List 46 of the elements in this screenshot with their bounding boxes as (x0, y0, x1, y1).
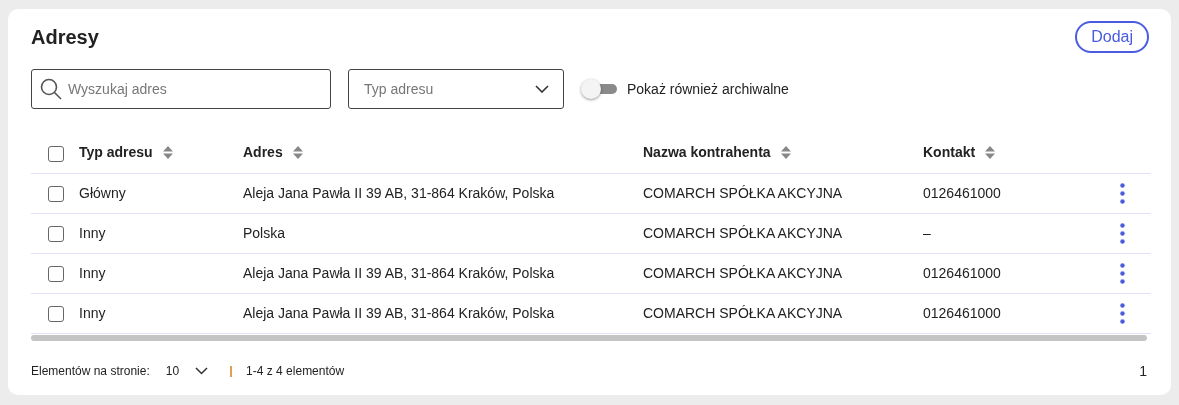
add-button[interactable]: Dodaj (1075, 21, 1149, 53)
table-cell: Aleja Jana Pawła II 39 AB, 31-864 Kraków, Polska (243, 184, 555, 201)
table-cell: 0126461000 (923, 304, 1001, 321)
table-cell: COMARCH SPÓŁKA AKCYJNA (643, 304, 843, 321)
sort-icon[interactable] (985, 146, 996, 160)
scrollbar[interactable] (31, 334, 1147, 341)
page-title: Adresy (31, 25, 99, 49)
sort-icon[interactable] (780, 146, 791, 160)
table-cell: – (923, 224, 931, 241)
range-text: 1-4 z 4 elementów (246, 363, 345, 380)
per-page-label: Elementów na stronie: (31, 363, 150, 380)
table-cell: 0126461000 (923, 264, 1001, 281)
more-icon[interactable] (1120, 262, 1125, 284)
table-cell: Główny (79, 184, 126, 201)
more-icon[interactable] (1120, 302, 1125, 324)
per-page-dropdown[interactable]: 10 (165, 362, 209, 380)
table-cell: Inny (79, 304, 106, 321)
type-dropdown[interactable]: Typ adresu (348, 69, 564, 109)
table-cell: Polska (243, 224, 286, 241)
column-header[interactable]: Adres (243, 142, 283, 164)
more-icon[interactable] (1120, 182, 1125, 204)
sort-icon[interactable] (292, 146, 303, 160)
table-cell: Inny (79, 224, 106, 241)
checkbox[interactable] (48, 145, 64, 162)
archive-toggle[interactable] (581, 79, 617, 99)
checkbox[interactable] (48, 185, 64, 202)
column-header[interactable]: Kontakt (923, 142, 976, 164)
table-cell: 0126461000 (923, 184, 1001, 201)
page-number[interactable]: 1 (1139, 360, 1147, 382)
chevron-icon (195, 367, 209, 375)
column-header[interactable]: Nazwa kontrahenta (643, 142, 771, 164)
search-field[interactable]: Wyszukaj adres (31, 69, 331, 109)
table-cell: COMARCH SPÓŁKA AKCYJNA (643, 184, 843, 201)
sort-icon[interactable] (162, 146, 173, 160)
checkbox[interactable] (48, 265, 64, 282)
table-cell: Aleja Jana Pawła II 39 AB, 31-864 Kraków, Polska (243, 304, 555, 321)
table-cell: COMARCH SPÓŁKA AKCYJNA (643, 264, 843, 281)
column-header[interactable]: Typ adresu (79, 142, 153, 164)
more-icon[interactable] (1120, 222, 1125, 244)
table-cell: Aleja Jana Pawła II 39 AB, 31-864 Kraków, Polska (243, 264, 555, 281)
checkbox[interactable] (48, 305, 64, 322)
checkbox[interactable] (48, 225, 64, 242)
table-cell: COMARCH SPÓŁKA AKCYJNA (643, 224, 843, 241)
toggle-label: Pokaż również archiwalne (627, 79, 789, 99)
chevron-icon (535, 85, 549, 93)
table-cell: Inny (79, 264, 106, 281)
